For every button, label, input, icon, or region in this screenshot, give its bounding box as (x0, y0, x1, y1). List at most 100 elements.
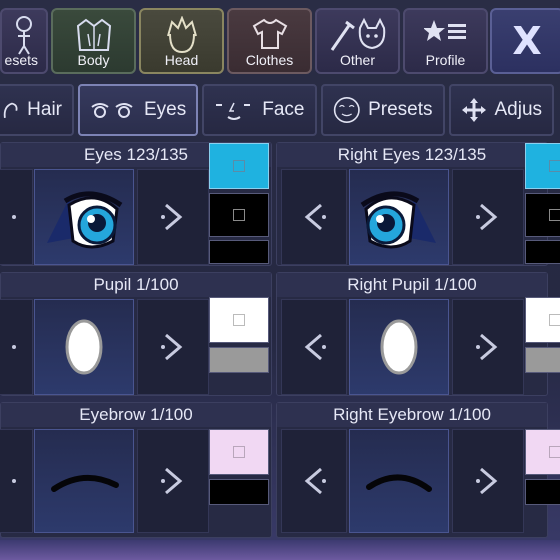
panel-title: Right Pupil 1/100 (277, 273, 547, 297)
prev-button[interactable] (0, 299, 33, 395)
primary-color-swatch[interactable] (525, 143, 560, 189)
eyes-icon (91, 103, 133, 118)
chevron-left-icon (304, 467, 326, 495)
category-presets[interactable]: esets (0, 8, 48, 74)
right-eyes-panel: Right Eyes 123/135 (276, 142, 560, 266)
category-other[interactable]: Other (315, 8, 400, 74)
secondary-color-swatch[interactable] (525, 479, 560, 505)
tab-adjust[interactable]: Adjus (448, 84, 555, 136)
primary-color-swatch[interactable] (209, 143, 269, 189)
pupil-preview-image (65, 319, 103, 375)
prev-button[interactable] (281, 299, 347, 395)
secondary-color-swatch[interactable] (525, 193, 560, 237)
tab-label: Hair (27, 99, 62, 120)
prev-button[interactable] (281, 429, 347, 533)
primary-color-swatch[interactable] (209, 429, 269, 475)
chevron-left-icon (304, 333, 326, 361)
right-eyebrow-preview-image (366, 474, 432, 492)
category-label: Head (164, 52, 199, 68)
eyes-panel: Eyes 123/135 (0, 142, 272, 266)
category-label: Body (77, 52, 110, 68)
move-arrows-icon (461, 98, 486, 122)
eyebrow-preview-image (51, 474, 119, 492)
selected-indicator (549, 446, 560, 458)
panel-title: Eyebrow 1/100 (1, 403, 271, 427)
selected-indicator (233, 314, 245, 326)
tertiary-color-swatch[interactable] (525, 240, 560, 264)
subtab-bar: Hair Eyes Face Presets Adjus (0, 84, 555, 136)
tab-presets[interactable]: Presets (320, 84, 445, 136)
chevron-left-icon (12, 215, 16, 219)
tab-label: Adjus (494, 99, 543, 120)
close-icon: X (512, 19, 542, 63)
secondary-color-swatch[interactable] (525, 347, 560, 373)
face-circle-icon (333, 97, 360, 123)
tab-label: Face (262, 99, 305, 120)
category-bar: esets Body Head Clothes Other Profile (0, 8, 488, 74)
selected-indicator (233, 160, 245, 172)
tab-label: Presets (368, 99, 433, 120)
chevron-right-icon (161, 467, 183, 495)
secondary-color-swatch[interactable] (209, 193, 269, 237)
panel-title: Right Eyes 123/135 (277, 143, 547, 167)
right-eyebrow-panel: Right Eyebrow 1/100 (276, 402, 560, 538)
eyebrow-preview (34, 429, 134, 533)
tab-eyes[interactable]: Eyes (78, 84, 199, 136)
game-screen: esets Body Head Clothes Other Profile X … (0, 0, 560, 560)
panel-title: Right Eyebrow 1/100 (277, 403, 547, 427)
selected-indicator (233, 209, 245, 221)
right-pupil-panel: Right Pupil 1/100 (276, 272, 560, 396)
secondary-color-swatch[interactable] (209, 479, 269, 505)
tertiary-color-swatch[interactable] (209, 240, 269, 264)
prev-button[interactable] (0, 429, 33, 533)
right-eye-preview (349, 169, 449, 265)
chevron-left-icon (12, 345, 16, 349)
chevron-right-icon (161, 333, 183, 361)
right-pupil-preview-image (380, 319, 418, 375)
prev-button[interactable] (281, 169, 347, 265)
selected-indicator (549, 160, 560, 172)
chevron-right-icon (476, 333, 498, 361)
selected-indicator (549, 209, 560, 221)
prev-button[interactable] (0, 169, 33, 265)
star-list-icon (423, 20, 466, 41)
next-button[interactable] (137, 429, 209, 533)
selected-indicator (233, 446, 245, 458)
eye-preview (34, 169, 134, 265)
category-label: Profile (425, 52, 466, 68)
bottom-edge (0, 540, 560, 560)
next-button[interactable] (452, 429, 524, 533)
primary-color-swatch[interactable] (525, 297, 560, 343)
right-eye-preview-image (360, 191, 436, 249)
tab-label: Eyes (144, 99, 187, 120)
category-label: Clothes (245, 52, 294, 68)
next-button[interactable] (137, 299, 209, 395)
close-button[interactable]: X (490, 8, 560, 74)
next-button[interactable] (137, 169, 209, 265)
next-button[interactable] (452, 299, 524, 395)
pupil-panel: Pupil 1/100 (0, 272, 272, 396)
eye-preview-image (47, 191, 123, 249)
eyebrow-panel: Eyebrow 1/100 (0, 402, 272, 538)
panel-title: Pupil 1/100 (1, 273, 271, 297)
next-button[interactable] (452, 169, 524, 265)
tab-face[interactable]: Face (202, 84, 317, 136)
primary-color-swatch[interactable] (209, 297, 269, 343)
hair-icon (3, 102, 18, 118)
tab-hair[interactable]: Hair (0, 84, 74, 136)
jacket-icon (76, 18, 111, 51)
selected-indicator (549, 314, 560, 326)
category-profile[interactable]: Profile (403, 8, 488, 74)
secondary-color-swatch[interactable] (209, 347, 269, 373)
category-label: esets (4, 52, 38, 68)
chevron-right-icon (476, 203, 498, 231)
category-head[interactable]: Head (139, 8, 224, 74)
chevron-right-icon (161, 203, 183, 231)
category-body[interactable]: Body (51, 8, 136, 74)
primary-color-swatch[interactable] (525, 429, 560, 475)
right-pupil-preview (349, 299, 449, 395)
sword-cat-icon (330, 17, 385, 51)
category-clothes[interactable]: Clothes (227, 8, 312, 74)
chevron-right-icon (476, 467, 498, 495)
pupil-preview (34, 299, 134, 395)
